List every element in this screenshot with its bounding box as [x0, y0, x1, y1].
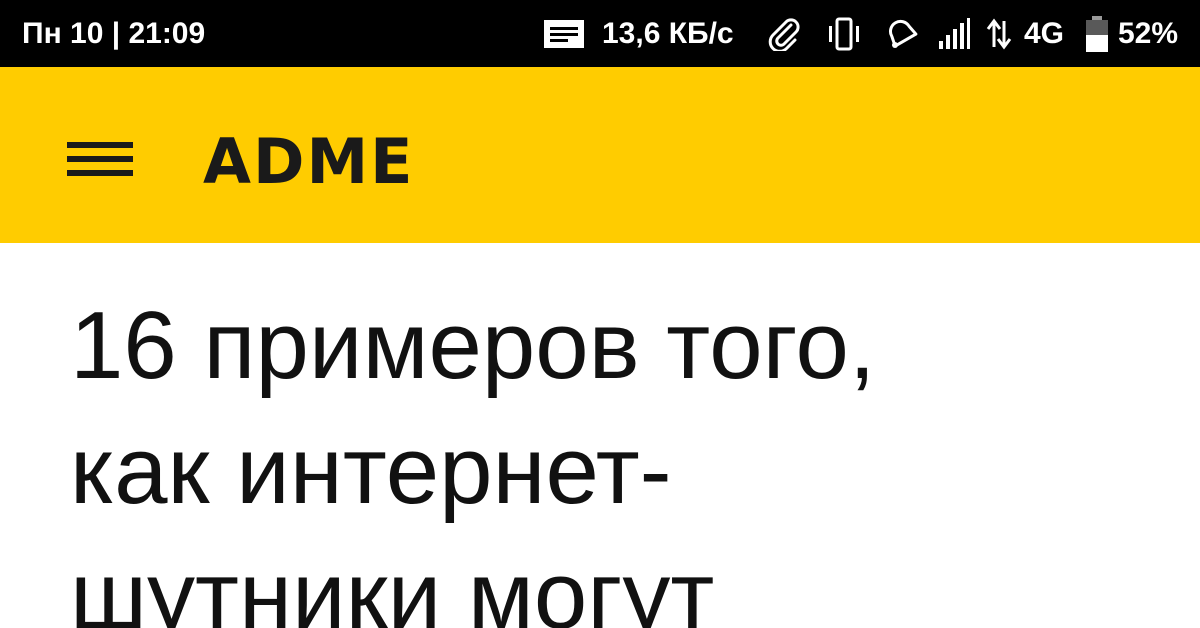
message-icon: [542, 14, 586, 54]
adme-logo[interactable]: ADME: [203, 127, 415, 197]
status-datetime: Пн 10 | 21:09: [22, 17, 206, 50]
data-arrows-icon: [984, 14, 1014, 54]
status-network-type: 4G: [1024, 17, 1065, 50]
vibrate-icon: [824, 14, 864, 54]
headline-line: шутники могут: [70, 542, 715, 628]
headline-line: 16 примеров того,: [70, 292, 876, 399]
alarm-bell-icon: [882, 14, 922, 54]
signal-icon: [934, 14, 974, 54]
hamburger-menu-icon[interactable]: [60, 129, 140, 189]
article-content: 16 примеров того, как интернет- шутники …: [0, 243, 1200, 628]
paperclip-icon: [764, 14, 804, 54]
app-bar: ADME: [0, 67, 1200, 243]
status-battery: 52%: [1118, 17, 1179, 50]
article-headline[interactable]: 16 примеров того, как интернет- шутники …: [70, 283, 1130, 628]
status-net-speed: 13,6 КБ/с: [602, 17, 734, 50]
battery-icon: [1082, 14, 1112, 54]
status-bar: Пн 10 | 21:09 13,6 КБ/с 4G 52%: [0, 0, 1200, 67]
headline-line: как интернет-: [70, 417, 672, 524]
